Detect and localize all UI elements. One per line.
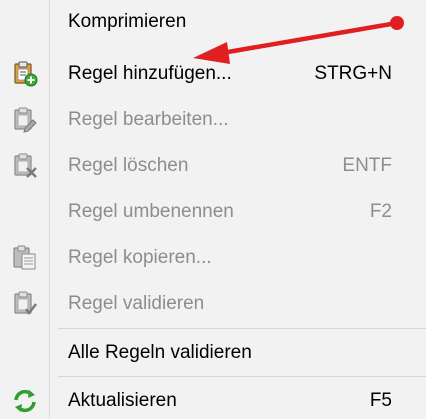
menu-item-regel-validieren[interactable]: Regel validieren [0,282,426,328]
menu-item-label: Komprimieren [68,11,187,32]
context-menu: Komprimieren Regel hinzufügen... STRG+N [0,0,426,419]
menu-item-label: Regel umbenennen [68,201,234,222]
menu-item-alle-regeln-validieren[interactable]: Alle Regeln validieren [0,331,426,377]
clipboard-delete-icon [11,152,39,180]
menu-item-shortcut: F5 [369,390,392,411]
clipboard-copy-icon [11,244,39,272]
menu-item-aktualisieren[interactable]: Aktualisieren F5 [0,379,426,419]
clipboard-check-icon [11,290,39,318]
menu-item-label: Regel kopieren... [68,247,212,268]
menu-item-regel-hinzufuegen[interactable]: Regel hinzufügen... STRG+N [0,52,426,98]
clipboard-add-icon [11,60,39,88]
menu-item-regel-kopieren[interactable]: Regel kopieren... [0,236,426,282]
menu-separator [58,328,426,329]
menu-separator [58,376,426,377]
menu-item-label: Alle Regeln validieren [68,342,252,363]
menu-item-shortcut: STRG+N [314,63,392,84]
menu-item-shortcut: F2 [369,201,392,222]
menu-item-regel-bearbeiten[interactable]: Regel bearbeiten... [0,98,426,144]
menu-item-label: Regel validieren [68,293,205,314]
menu-item-regel-umbenennen[interactable]: Regel umbenennen F2 [0,190,426,236]
clipboard-edit-icon [11,106,39,134]
menu-item-shortcut: ENTF [342,155,392,176]
menu-item-label: Regel bearbeiten... [68,109,229,130]
menu-item-komprimieren[interactable]: Komprimieren [0,0,426,46]
menu-item-label: Regel hinzufügen... [68,63,232,84]
menu-item-label: Regel löschen [68,155,189,176]
menu-item-regel-loeschen[interactable]: Regel löschen ENTF [0,144,426,190]
menu-item-label: Aktualisieren [68,390,177,411]
refresh-icon [11,387,39,415]
